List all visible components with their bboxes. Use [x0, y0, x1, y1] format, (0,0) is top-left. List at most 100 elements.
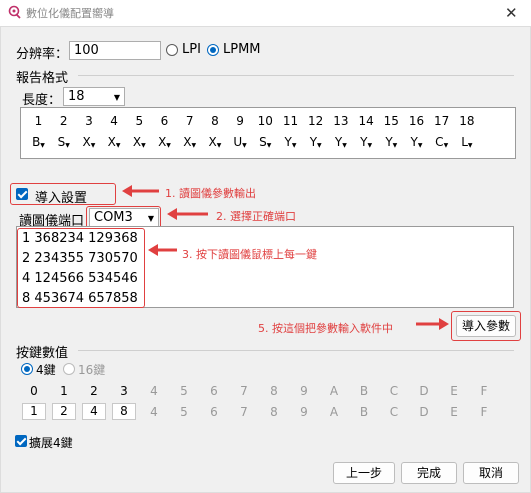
chevron-down-icon: ▼ — [40, 142, 45, 149]
prev-button[interactable]: 上一步 — [333, 462, 395, 484]
format-column-header: 18 — [459, 114, 475, 128]
key-header: D — [419, 384, 429, 398]
radio-4-keys[interactable] — [21, 363, 33, 375]
format-column-dropdown[interactable]: X▼ — [202, 135, 227, 149]
format-column-dropdown[interactable]: X▼ — [177, 135, 202, 149]
arrow-icon — [148, 244, 177, 256]
import-settings-checkbox[interactable] — [16, 188, 28, 200]
extend-4-keys-checkbox[interactable] — [15, 435, 27, 447]
format-column-header: 6 — [160, 114, 169, 128]
group-divider — [78, 75, 514, 76]
format-column-header: 11 — [282, 114, 299, 128]
chevron-down-icon: ▼ — [417, 142, 423, 149]
format-column-dropdown[interactable]: X▼ — [76, 135, 101, 149]
key-header: B — [359, 384, 369, 398]
format-column-dropdown[interactable]: S▼ — [253, 135, 278, 149]
key-value: D — [419, 405, 429, 419]
import-settings-label: 導入設置 — [35, 191, 88, 206]
cancel-button[interactable]: 取消 — [463, 462, 519, 484]
format-column-dropdown[interactable]: Y▼ — [354, 135, 379, 149]
chevron-down-icon: ▼ — [216, 142, 222, 149]
format-column-dropdown[interactable]: C▼ — [429, 135, 454, 149]
annotation-1: 1. 讀圖儀參數輸出 — [165, 187, 256, 200]
key-value: B — [359, 405, 369, 419]
key-value: 9 — [300, 405, 308, 419]
format-column-dropdown[interactable]: Y▼ — [404, 135, 429, 149]
format-value: U — [233, 135, 243, 149]
radio-16-keys[interactable] — [63, 363, 75, 375]
format-value: C — [435, 135, 444, 149]
key-header: 7 — [240, 384, 248, 398]
chevron-down-icon: ▼ — [443, 142, 449, 149]
radio-lpmm-label: LPMM — [223, 42, 261, 57]
keys-group-label: 按鍵數值 — [16, 346, 69, 361]
key-header: F — [480, 384, 488, 398]
key-header: 4 — [150, 384, 158, 398]
length-dropdown[interactable]: 18 ▼ — [63, 87, 125, 106]
arrow-icon — [167, 208, 208, 220]
annotation-5: 5. 按這個把參數輸入軟件中 — [258, 322, 393, 335]
resolution-input[interactable]: 100 — [69, 41, 161, 60]
format-column-dropdown[interactable]: Y▼ — [379, 135, 404, 149]
key-value: 8 — [270, 405, 278, 419]
format-column-dropdown[interactable]: Y▼ — [303, 135, 328, 149]
format-column-header: 7 — [185, 114, 194, 128]
format-value: Y — [410, 135, 418, 149]
finish-button[interactable]: 完成 — [401, 462, 457, 484]
window-title: 數位化儀配置嚮導 — [26, 7, 114, 20]
key-value[interactable]: 4 — [82, 403, 106, 420]
format-value: S — [259, 135, 267, 149]
key-value: 6 — [210, 405, 218, 419]
format-column-header: 17 — [434, 114, 450, 128]
format-column-dropdown[interactable]: Y▼ — [328, 135, 353, 149]
chevron-down-icon: ▼ — [317, 142, 322, 149]
key-value: E — [450, 405, 458, 419]
format-column-header: 9 — [236, 114, 244, 128]
format-column-dropdown[interactable]: U▼ — [228, 135, 253, 149]
format-value: X — [208, 135, 217, 149]
resolution-label: 分辨率： — [16, 47, 69, 62]
key-header: 2 — [90, 384, 98, 398]
radio-16-keys-label: 16鍵 — [78, 363, 106, 377]
annotation-3: 3. 按下讀圖儀鼠標上每一鍵 — [182, 248, 317, 261]
format-column-header: 13 — [333, 114, 349, 128]
format-value: X — [132, 135, 142, 149]
key-value: A — [329, 405, 339, 419]
key-value: 5 — [180, 405, 188, 419]
format-column-header: 16 — [408, 114, 425, 128]
key-value: F — [480, 405, 488, 419]
format-column-header: 2 — [59, 114, 68, 128]
format-column-dropdown[interactable]: B▼ — [26, 135, 51, 149]
key-value[interactable]: 1 — [22, 403, 46, 420]
radio-lpmm[interactable] — [207, 44, 219, 56]
radio-lpi-label: LPI — [182, 42, 201, 57]
format-value: X — [82, 135, 91, 149]
chevron-down-icon: ▼ — [291, 142, 297, 149]
report-format-grid: 1 B▼ 2 S▼ 3 X▼ 4 X▼ 5 X▼ 6 X▼ 7 X▼ 8 X▼ 9 U▼ 10 S▼ 11 Y▼ 12 Y▼ 1… — [20, 107, 516, 159]
close-icon[interactable]: ✕ — [505, 4, 518, 22]
key-header: 1 — [60, 384, 68, 398]
radio-lpi[interactable] — [166, 44, 178, 56]
format-column-dropdown[interactable]: X▼ — [127, 135, 152, 149]
format-column-dropdown[interactable]: Y▼ — [278, 135, 303, 149]
chevron-down-icon: ▼ — [242, 142, 247, 149]
format-column-header: 8 — [211, 114, 219, 128]
key-value: 7 — [240, 405, 248, 419]
format-column-dropdown[interactable]: X▼ — [102, 135, 127, 149]
format-column-header: 4 — [110, 114, 118, 128]
format-column-dropdown[interactable]: S▼ — [51, 135, 76, 149]
key-value[interactable]: 2 — [52, 403, 76, 420]
reading-line: 8 453674 657858 — [22, 291, 138, 306]
key-header: 3 — [120, 384, 128, 398]
key-value[interactable]: 8 — [112, 403, 136, 420]
format-column-header: 1 — [34, 114, 43, 128]
chevron-down-icon: ▼ — [467, 142, 473, 149]
chevron-down-icon: ▼ — [367, 142, 373, 149]
readings-list: 1 368234 129368 2 234355 730570 4 124566… — [22, 229, 138, 309]
report-format-group-label: 報告格式 — [16, 71, 69, 86]
format-column-dropdown[interactable]: L▼ — [454, 135, 479, 149]
format-column-header: 14 — [358, 114, 374, 128]
format-column-dropdown[interactable]: X▼ — [152, 135, 177, 149]
format-value: X — [107, 135, 116, 149]
key-header: E — [450, 384, 458, 398]
